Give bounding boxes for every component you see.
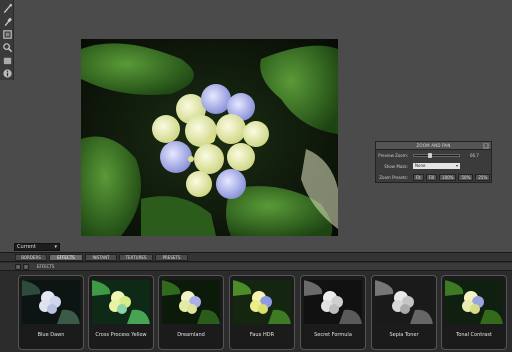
preset-secret-formula[interactable]: Secret Formula: [300, 275, 366, 350]
zoom-panel-title: ZOOM AND PAN: [416, 143, 451, 148]
preset-thumbnail: [92, 280, 150, 324]
tab-effects[interactable]: EFFECTS: [49, 254, 83, 261]
zoom-and-pan-panel: ZOOM AND PAN x Preview Zoom: 66.7 Show M…: [375, 141, 492, 183]
preset-label: Faux HDR: [249, 332, 275, 338]
zoom-100-button[interactable]: 100%: [439, 174, 457, 181]
layer-icon[interactable]: [1, 28, 13, 40]
tab-borders[interactable]: BORDERS: [15, 254, 47, 261]
effects-section-label: EFFECTS: [37, 264, 55, 269]
zoom-fit-button[interactable]: Fit: [413, 174, 424, 181]
zoom-50-button[interactable]: 50%: [458, 174, 474, 181]
zoom-panel-header: ZOOM AND PAN x: [376, 142, 491, 150]
forward-button[interactable]: ›: [23, 264, 29, 270]
show-mask-value: None: [415, 163, 426, 168]
slider-thumb[interactable]: [428, 153, 432, 158]
preset-tonal-contrast[interactable]: Tonal Contrast: [441, 275, 507, 350]
zoom-presets-label: Zoom Presets:: [379, 175, 408, 180]
hydrangea-photo: [81, 39, 338, 236]
preview-zoom-slider[interactable]: [413, 153, 460, 158]
category-tabs: BORDERS EFFECTS INSTANT TEXTURES PRESETS: [0, 253, 512, 262]
show-mask-label: Show Mask:: [384, 164, 408, 169]
preset-sepia-toner[interactable]: Sepia Toner: [371, 275, 437, 350]
hand-icon[interactable]: [1, 54, 13, 66]
preset-thumbnail: [304, 280, 362, 324]
show-mask-row: Show Mask: None ▾: [376, 161, 491, 172]
preview-zoom-row: Preview Zoom: 66.7: [376, 150, 491, 161]
preview-canvas[interactable]: [81, 39, 338, 236]
preset-label: Cross Process Yellow: [95, 332, 147, 338]
tab-textures[interactable]: TEXTURES: [119, 254, 153, 261]
view-select[interactable]: Current ▾: [14, 243, 60, 251]
preset-cross-process-yellow[interactable]: Cross Process Yellow: [88, 275, 154, 350]
preset-strip: Blue Dawn Cross Process Yellow Dreamland…: [0, 272, 512, 352]
preset-thumbnail: [445, 280, 503, 324]
tool-palette: [0, 0, 14, 80]
preset-thumbnail: [22, 280, 80, 324]
preset-faux-hdr[interactable]: Faux HDR: [229, 275, 295, 350]
preset-label: Dreamland: [177, 332, 205, 338]
preview-zoom-value: 66.7: [470, 153, 479, 158]
zoom-icon[interactable]: [1, 41, 13, 53]
close-icon[interactable]: x: [483, 143, 489, 149]
effects-subbar: ‹ › EFFECTS: [0, 263, 512, 271]
tab-instant[interactable]: INSTANT: [85, 254, 117, 261]
zoom-presets-row: Zoom Presets: Fit Fill 100% 50% 25%: [376, 172, 491, 183]
zoom-25-button[interactable]: 25%: [475, 174, 491, 181]
preset-label: Sepia Toner: [389, 332, 419, 338]
tab-presets[interactable]: PRESETS: [155, 254, 188, 261]
zoom-fill-button[interactable]: Fill: [425, 174, 438, 181]
back-button[interactable]: ‹: [15, 264, 21, 270]
brush-icon[interactable]: [1, 2, 13, 14]
view-select-value: Current: [17, 244, 36, 250]
preset-label: Secret Formula: [314, 332, 352, 338]
show-mask-select[interactable]: None ▾: [413, 163, 460, 169]
eyedropper-icon[interactable]: [1, 15, 13, 27]
info-icon[interactable]: [1, 67, 13, 79]
preset-dreamland[interactable]: Dreamland: [158, 275, 224, 350]
preview-zoom-label: Preview Zoom:: [378, 153, 408, 158]
preset-thumbnail: [375, 280, 433, 324]
preset-blue-dawn[interactable]: Blue Dawn: [18, 275, 84, 350]
preset-thumbnail: [233, 280, 291, 324]
preset-label: Tonal Contrast: [456, 332, 492, 338]
preset-label: Blue Dawn: [37, 332, 65, 338]
chevron-down-icon: ▾: [455, 163, 458, 168]
chevron-down-icon: ▾: [54, 244, 57, 250]
zoom-preset-buttons: Fit Fill 100% 50% 25%: [413, 174, 491, 181]
effects-browser: BORDERS EFFECTS INSTANT TEXTURES PRESETS…: [0, 252, 512, 352]
preset-thumbnail: [162, 280, 220, 324]
